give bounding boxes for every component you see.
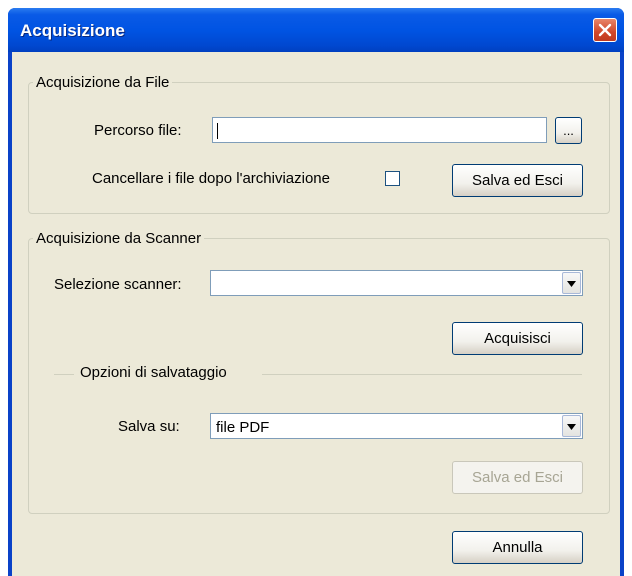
title-bar[interactable]: Acquisizione [8, 8, 624, 52]
options-separator-left [54, 374, 74, 375]
delete-files-label: Cancellare i file dopo l'archiviazione [92, 170, 330, 187]
save-options-legend: Opzioni di salvataggio [80, 364, 227, 381]
scanner-save-exit-button[interactable]: Salva ed Esci [452, 461, 583, 494]
path-label: Percorso file: [94, 122, 182, 139]
cancel-button[interactable]: Annulla [452, 531, 583, 564]
close-button[interactable] [593, 18, 617, 42]
cancel-label: Annulla [492, 539, 543, 556]
scanner-save-exit-label: Salva ed Esci [472, 469, 563, 486]
browse-button[interactable]: ... [555, 117, 582, 144]
dialog-body: Acquisizione da File Percorso file: ... … [12, 52, 620, 576]
browse-label: ... [563, 123, 574, 138]
file-save-exit-button[interactable]: Salva ed Esci [452, 164, 583, 197]
path-input[interactable] [212, 117, 547, 143]
file-save-exit-label: Salva ed Esci [472, 172, 563, 189]
options-separator-right [262, 374, 582, 375]
acquire-label: Acquisisci [484, 330, 551, 347]
save-to-value: file PDF [216, 419, 270, 436]
close-icon [598, 23, 612, 37]
chevron-down-icon [567, 281, 576, 287]
acquire-button[interactable]: Acquisisci [452, 322, 583, 355]
window-title: Acquisizione [20, 21, 125, 40]
scanner-select[interactable] [210, 270, 583, 296]
save-to-select[interactable]: file PDF [210, 413, 583, 439]
delete-files-checkbox[interactable] [385, 171, 400, 186]
scanner-group-legend: Acquisizione da Scanner [36, 230, 202, 247]
dialog-window: Acquisizione Acquisizione da File Percor… [8, 8, 624, 576]
scanner-select-label: Selezione scanner: [54, 276, 182, 293]
text-caret [217, 123, 218, 139]
save-to-dropdown-button[interactable] [562, 415, 581, 437]
file-group-legend: Acquisizione da File [36, 74, 170, 91]
scanner-dropdown-button[interactable] [562, 272, 581, 294]
chevron-down-icon [567, 424, 576, 430]
save-to-label: Salva su: [118, 418, 180, 435]
